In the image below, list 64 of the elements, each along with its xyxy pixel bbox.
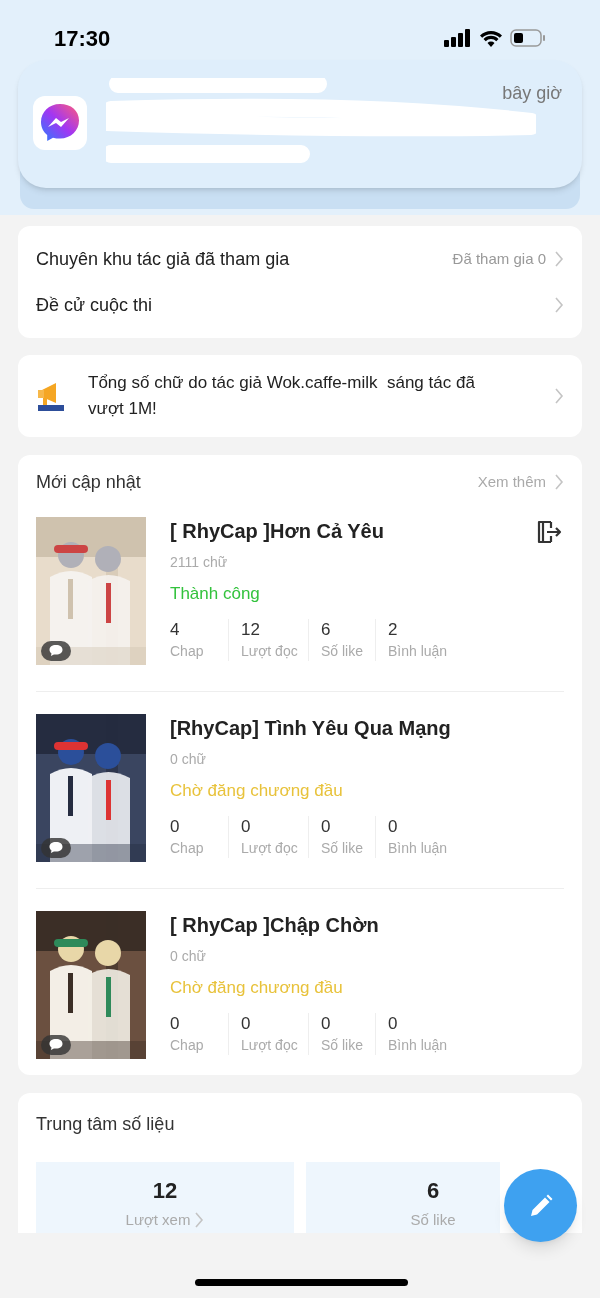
menu-label: Chuyên khu tác giả đã tham gia <box>36 247 291 271</box>
chevron-right-icon <box>554 387 564 405</box>
stat-label: Chap <box>170 838 205 858</box>
stat-value: 0 <box>170 815 181 838</box>
stat-label: Số like <box>321 1035 363 1055</box>
stat-value: 0 <box>321 815 332 838</box>
section-title: Trung tâm số liệu <box>36 1113 176 1136</box>
stat-value: 0 <box>388 815 399 838</box>
section-title: Mới cập nhật <box>36 470 142 494</box>
book-item[interactable]: [ RhyCap ]Hơn Cả Yêu 2111 chữ Thành công 4 Chap 12 Lượt đọc 6 Số like 2 Bình luận <box>36 517 564 665</box>
stat-value: 12 <box>241 618 261 641</box>
stat-value: 0 <box>241 815 252 838</box>
word-count: 0 chữ <box>170 947 207 966</box>
stat-value: 0 <box>388 1012 399 1035</box>
stat-value: 4 <box>170 618 181 641</box>
stat-value: 2 <box>388 618 399 641</box>
menu-label: Đề cử cuộc thi <box>36 293 154 317</box>
tile-value: 12 <box>152 1177 178 1205</box>
book-item[interactable]: [RhyCap] Tình Yêu Qua Mạng 0 chữ Chờ đăng chương đầu 0 Chap 0 Lượt đọc 0 Số like 0 Bình luận <box>36 691 564 862</box>
menu-value: Đã tham gia 0 <box>452 248 546 269</box>
stat-value: 0 <box>321 1012 332 1035</box>
menu-row[interactable]: Chuyên khu tác giả đã tham gia Đã tham gia 0 <box>18 236 582 282</box>
notification-time: bây giờ <box>502 82 562 105</box>
book-title: [RhyCap] Tình Yêu Qua Mạng <box>170 716 451 741</box>
book-title: [ RhyCap ]Hơn Cả Yêu <box>170 519 384 544</box>
stat-label: Bình luận <box>388 641 448 661</box>
stat-tile[interactable]: 12 Lượt xem <box>36 1162 294 1233</box>
menu-row[interactable]: Đề cử cuộc thi <box>18 282 582 328</box>
stat-label: Số like <box>321 838 363 858</box>
chevron-right-icon <box>554 296 564 314</box>
status-time: 17:30 <box>54 24 111 53</box>
announcement-card[interactable]: Tổng số chữ do tác giả Wok.caffe-milk sáng tác đã vượt 1M! <box>18 355 582 437</box>
wifi-icon <box>479 29 503 47</box>
stat-label: Lượt đọc <box>241 1035 296 1055</box>
battery-icon <box>510 29 546 47</box>
stat-value: 0 <box>241 1012 252 1035</box>
chevron-right-icon <box>554 250 564 268</box>
book-status: Thành công <box>170 583 261 605</box>
stat-label: Bình luận <box>388 1035 448 1055</box>
stat-value: 0 <box>170 1012 181 1035</box>
tile-value: 6 <box>426 1177 440 1205</box>
stat-label: Số like <box>321 641 363 661</box>
signal-icon <box>444 29 472 47</box>
book-item[interactable]: [ RhyCap ]Chập Chờn 0 chữ Chờ đăng chương đầu 0 Chap 0 Lượt đọc 0 Số like 0 Bình luận <box>36 888 564 1059</box>
stat-label: Chap <box>170 641 205 661</box>
stat-value: 6 <box>321 618 332 641</box>
word-count: 2111 chữ <box>170 553 229 572</box>
messenger-app-icon <box>33 96 87 150</box>
stat-label: Chap <box>170 1035 205 1055</box>
stat-label: Lượt đọc <box>241 641 296 661</box>
tile-label: Số like <box>410 1210 456 1230</box>
exit-icon[interactable] <box>536 519 562 545</box>
book-status: Chờ đăng chương đầu <box>170 780 344 802</box>
chevron-right-icon <box>554 473 564 491</box>
megaphone-icon <box>36 380 66 412</box>
book-title: [ RhyCap ]Chập Chờn <box>170 913 379 938</box>
notification-card[interactable]: bây giờ <box>18 60 582 188</box>
announcement-text: Tổng số chữ do tác giả Wok.caffe-milk sáng tác đã vượt 1M! <box>88 372 476 420</box>
stat-label: Lượt đọc <box>241 838 296 858</box>
stat-label: Bình luận <box>388 838 448 858</box>
word-count: 0 chữ <box>170 750 207 769</box>
stat-tile[interactable]: 6 Số like <box>306 1162 500 1233</box>
tile-label: Lượt xem <box>125 1210 191 1230</box>
book-status: Chờ đăng chương đầu <box>170 977 344 999</box>
